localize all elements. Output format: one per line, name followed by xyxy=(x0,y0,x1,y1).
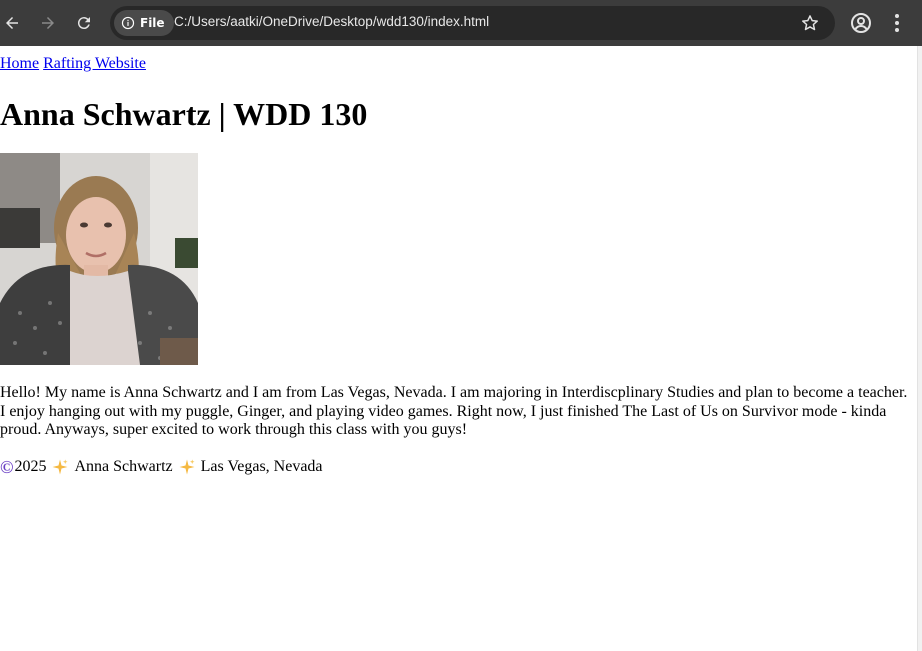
nav-link-rafting-website[interactable]: Rafting Website xyxy=(43,55,146,72)
sparkle-icon xyxy=(52,459,68,475)
page-content: Home Rafting Website Anna Schwartz | WDD… xyxy=(0,46,917,651)
back-arrow-icon xyxy=(6,17,18,29)
browser-toolbar: File C:/Users/aatki/OneDrive/Desktop/wdd… xyxy=(0,0,922,46)
sparkle-icon xyxy=(179,459,195,475)
kebab-menu-icon[interactable] xyxy=(887,11,907,35)
reload-button[interactable] xyxy=(72,11,96,35)
star-icon[interactable] xyxy=(800,13,820,33)
url-text[interactable]: C:/Users/aatki/OneDrive/Desktop/wdd130/i… xyxy=(174,14,489,29)
scrollbar-track[interactable] xyxy=(917,46,922,651)
nav-link-home[interactable]: Home xyxy=(0,55,39,72)
footer-name: Anna Schwartz xyxy=(74,458,173,475)
footer-location: Las Vegas, Nevada xyxy=(200,458,323,475)
site-nav: Home Rafting Website xyxy=(0,54,146,74)
back-button[interactable] xyxy=(0,11,24,35)
forward-arrow-icon xyxy=(42,17,54,29)
copyright-icon: © xyxy=(0,457,14,477)
forward-button[interactable] xyxy=(36,11,60,35)
site-footer: © 2025 Anna Schwartz Las Vegas, Nevada xyxy=(0,457,323,477)
site-info-label: File xyxy=(140,16,165,30)
info-icon xyxy=(121,16,135,30)
intro-paragraph: Hello! My name is Anna Schwartz and I am… xyxy=(0,384,908,438)
site-info-chip[interactable]: File xyxy=(114,10,174,36)
reload-icon xyxy=(77,17,90,30)
page-title: Anna Schwartz | WDD 130 xyxy=(0,96,368,132)
profile-photo xyxy=(0,153,198,365)
footer-year: 2025 xyxy=(14,458,47,475)
address-bar[interactable]: File C:/Users/aatki/OneDrive/Desktop/wdd… xyxy=(110,6,835,40)
profile-icon[interactable] xyxy=(849,11,873,35)
